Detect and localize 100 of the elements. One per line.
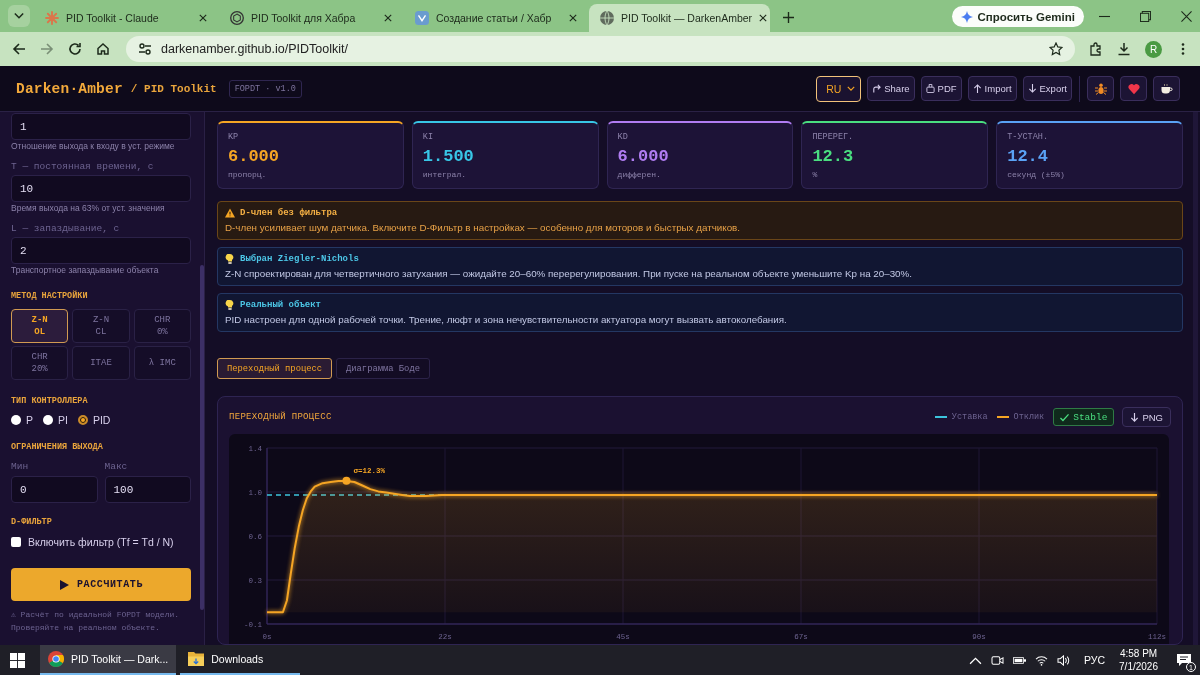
close-icon[interactable] (384, 14, 392, 22)
video-camera-icon[interactable] (991, 654, 1005, 666)
taskbar-item[interactable]: PID Toolkit — Dark... (40, 645, 177, 675)
taskbar-item[interactable]: Downloads (180, 645, 301, 675)
scrollbar[interactable] (1193, 112, 1198, 645)
status-text: Stable (1073, 411, 1108, 423)
coffee-cup-icon (1160, 82, 1173, 95)
metric-unit: дифферен. (617, 169, 662, 180)
browser-tab[interactable]: PID Toolkit - Claude (34, 4, 215, 32)
alert-title: Реальный объект (240, 299, 321, 311)
heart-button[interactable] (1120, 76, 1147, 101)
v-tile-icon (415, 11, 429, 25)
browser-tab[interactable]: PID Toolkit — DarkenAmber (589, 4, 770, 32)
number-input[interactable]: 10 (11, 175, 191, 202)
share-button[interactable]: Share (867, 76, 915, 101)
controller-option[interactable]: PI (43, 413, 68, 427)
metric-unit: интеграл. (422, 169, 467, 180)
metric-unit: % (812, 169, 819, 180)
profile-avatar[interactable]: R (1145, 40, 1162, 58)
alert-text: PID настроен для одной рабочей точки. Трение, люфт и зона нечувствительности актуатора могут вызвать автоколебания. (225, 313, 788, 327)
download-icon[interactable] (1117, 42, 1131, 56)
speaker-icon[interactable] (1057, 654, 1071, 666)
metric-unit: пропорц. (228, 169, 268, 180)
gemini-button[interactable]: Спросить Gemini (951, 6, 1084, 27)
puzzle-icon[interactable] (1089, 42, 1103, 56)
language-select[interactable]: RU (816, 75, 862, 102)
method-option[interactable]: Z-N CL (72, 309, 130, 343)
field-label: L — запаздывание, с (11, 223, 121, 235)
reload-icon[interactable] (68, 42, 82, 56)
home-icon[interactable] (96, 42, 110, 56)
metric-label: KD (617, 132, 629, 143)
browser-tab[interactable]: Создание статьи / Хабр (404, 4, 585, 32)
close-icon[interactable] (569, 14, 577, 22)
close-icon[interactable] (759, 14, 768, 22)
chevron-up-icon[interactable] (969, 654, 983, 666)
radio-button[interactable] (43, 415, 53, 425)
bug-button[interactable] (1087, 76, 1114, 101)
method-option[interactable]: CHR 0% (133, 309, 191, 343)
windows-logo-icon[interactable] (10, 652, 25, 668)
metric-value: 12.3 (812, 146, 855, 168)
alert-text: Z-N спроектирован для четвертичного затухания — ожидайте 20–60% перерегулирования. При пуске на реальном объекте уменьшите Kp на 20–30%. (225, 267, 913, 281)
bug-icon (1094, 82, 1107, 95)
method-option[interactable]: λ IMC (133, 346, 191, 380)
radio-button[interactable] (77, 415, 88, 425)
radio-button[interactable] (11, 415, 21, 425)
site-settings-icon[interactable] (138, 42, 152, 56)
restore-icon[interactable] (1140, 11, 1151, 22)
star-icon[interactable] (1049, 42, 1063, 56)
metric-value: 12.4 (1007, 146, 1049, 168)
section-heading: ОГРАНИЧЕНИЯ ВЫХОДА (11, 441, 104, 453)
field-label: Макс (104, 461, 129, 473)
section-heading: ТИП КОНТРОЛЛЕРА (11, 395, 89, 407)
alert-title: Выбран Ziegler-Nichols (240, 253, 359, 265)
export-button[interactable]: Export (1022, 76, 1072, 101)
controller-option[interactable]: P (11, 413, 33, 427)
png-export-button[interactable]: PNG (1122, 407, 1171, 427)
method-option[interactable]: Z-N OL (11, 309, 69, 343)
controller-option[interactable]: PID (77, 413, 111, 427)
new-tab-icon[interactable] (783, 12, 794, 23)
number-input[interactable]: 1 (11, 113, 191, 140)
coffee-button[interactable] (1153, 76, 1180, 101)
warning-icon (225, 208, 235, 218)
metric-label: KP (228, 132, 240, 143)
wifi-icon[interactable] (1035, 654, 1049, 666)
tab-list-button[interactable] (8, 5, 30, 27)
forward-icon[interactable] (40, 42, 54, 56)
sparkle-icon (45, 11, 59, 25)
pdf-button[interactable]: PDF (920, 76, 962, 101)
round-logo-icon (48, 651, 64, 667)
filter-checkbox-option[interactable]: Включить фильтр (Tf = Td / N) (11, 535, 191, 549)
scrollbar[interactable] (200, 265, 204, 610)
battery-icon[interactable] (1013, 654, 1027, 666)
bag-icon (925, 84, 935, 93)
checkbox[interactable] (11, 537, 21, 547)
close-icon[interactable] (1181, 11, 1192, 22)
back-icon[interactable] (12, 42, 26, 56)
sparkle-icon (960, 10, 973, 23)
section-heading: D-ФИЛЬТР (11, 516, 53, 528)
metric-label: Т-УСТАН. (1007, 132, 1049, 143)
chart-title: ПЕРЕХОДНЫЙ ПРОЦЕСС (229, 412, 332, 422)
method-option[interactable]: CHR 20% (11, 346, 69, 380)
number-input[interactable]: 2 (11, 237, 191, 264)
number-input[interactable]: 0 (11, 476, 98, 503)
metric-unit: секунд (±5%) (1007, 169, 1066, 180)
calculate-button[interactable]: РАССЧИТАТЬ (11, 568, 191, 601)
input-language[interactable]: РУС (1084, 654, 1106, 666)
app-title: / PID Toolkit (130, 82, 217, 95)
number-input[interactable]: 100 (104, 476, 191, 503)
heart-icon (1127, 82, 1140, 95)
browser-tab[interactable]: PID Toolkit для Хабра (219, 4, 400, 32)
clock-date[interactable]: 7/1/2026 (1119, 660, 1158, 673)
address-field[interactable]: darkenamber.github.io/PIDToolkit/ (126, 36, 1075, 62)
method-option[interactable]: ITAE (72, 346, 130, 380)
import-button[interactable]: Import (967, 76, 1017, 101)
notification-icon[interactable] (1176, 652, 1192, 668)
close-icon[interactable] (199, 14, 207, 22)
globe-icon (600, 11, 614, 25)
view-tab[interactable]: Диаграмма Боде (336, 358, 430, 379)
view-tab[interactable]: Переходный процесс (217, 358, 333, 379)
clock-time[interactable]: 4:58 PM (1119, 647, 1158, 660)
